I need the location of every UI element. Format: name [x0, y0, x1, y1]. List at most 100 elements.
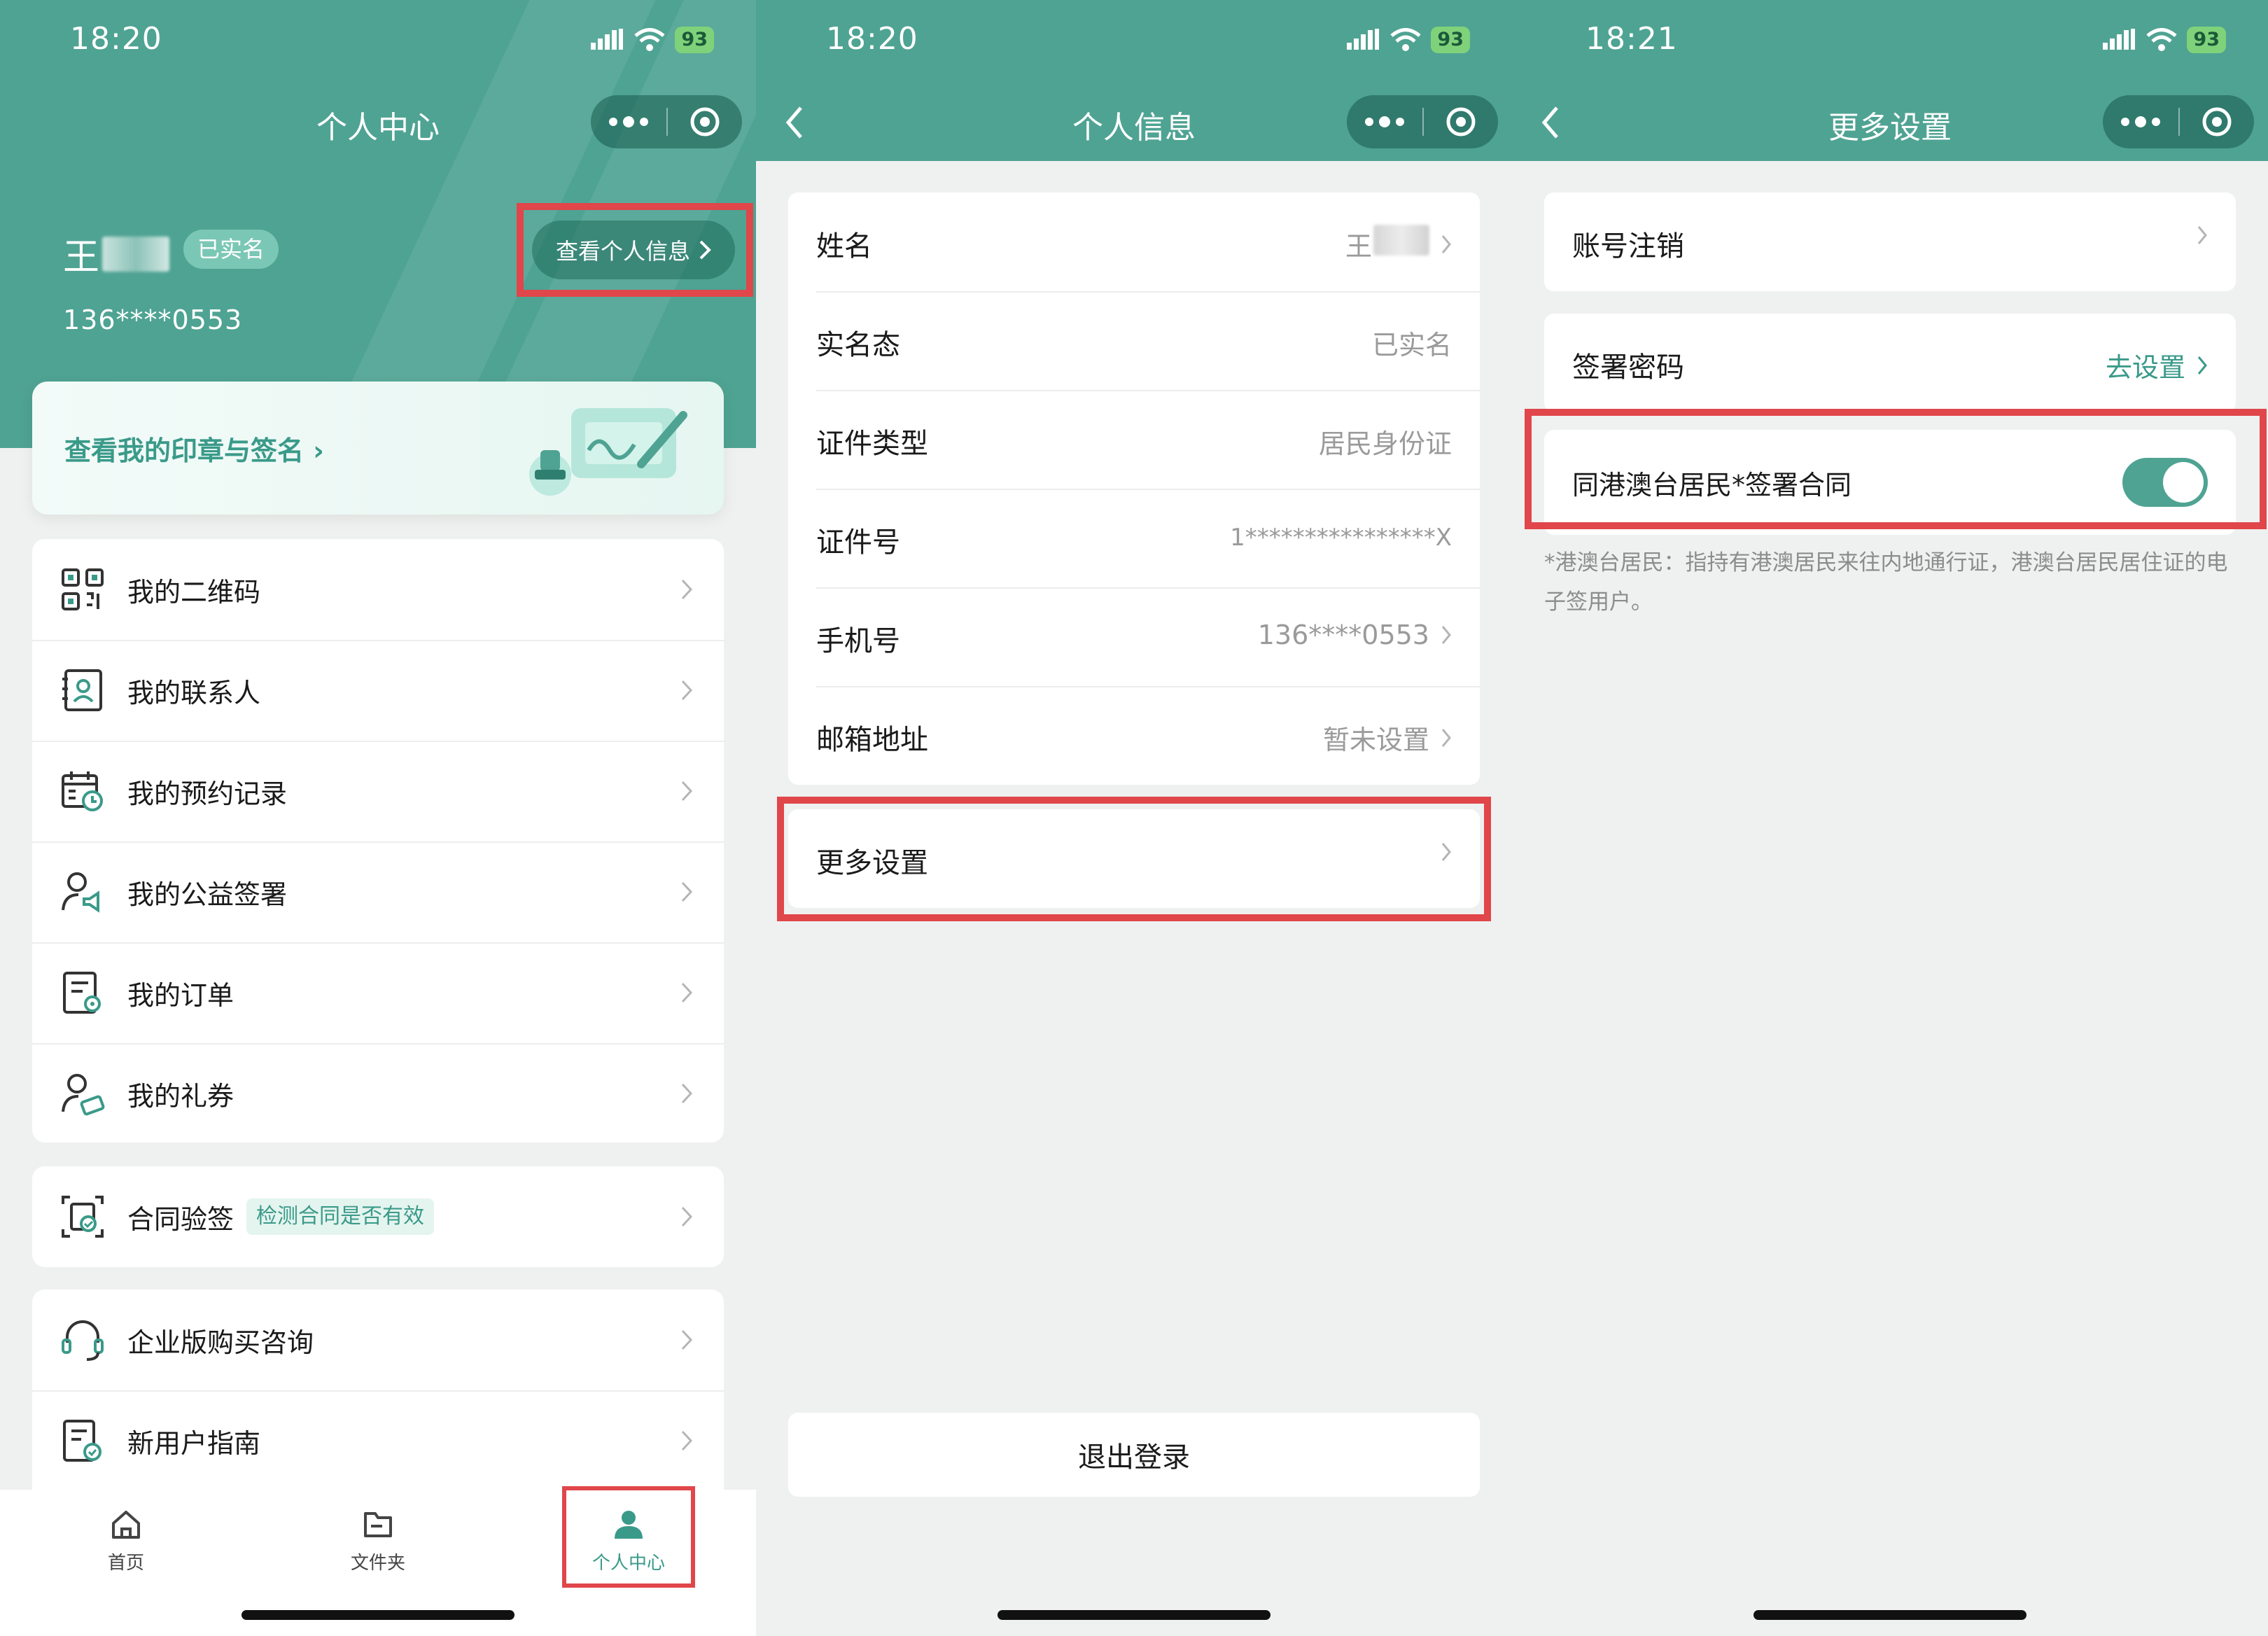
status-time: 18:21 — [1586, 21, 1678, 57]
info-label: 证件号 — [816, 526, 900, 559]
menu-item-qrcode[interactable]: 我的二维码 — [32, 539, 724, 640]
chevron-right-icon — [681, 1083, 693, 1104]
nav-bar: 更多设置 — [1512, 84, 2268, 161]
highlight-hk-toggle — [1525, 409, 2267, 529]
signal-icon — [591, 29, 624, 50]
menu-item-new-user-guide[interactable]: 新用户指南 — [32, 1390, 724, 1491]
sign-password-label: 签署密码 — [1572, 351, 1684, 384]
highlight-more-settings — [777, 797, 1491, 921]
info-value: 已实名 — [1371, 330, 1452, 361]
chevron-right-icon — [681, 1430, 693, 1451]
status-bar: 18:20 93 — [756, 0, 1512, 84]
logout-button[interactable]: 退出登录 — [788, 1413, 1480, 1497]
close-miniprogram-button[interactable] — [668, 95, 742, 148]
highlight-view-info — [517, 203, 753, 297]
chevron-right-icon — [681, 1206, 693, 1227]
more-menu-button[interactable] — [591, 95, 666, 148]
menu-card: 我的二维码 我的联系人 我的预约记录 我的公益签署 我的订单 我的礼券 — [32, 539, 724, 1142]
status-time: 18:20 — [70, 21, 162, 57]
hk-residents-note: *港澳台居民：指持有港澳居民来往内地通行证，港澳台居民居住证的电子签用户。 — [1544, 550, 2228, 615]
info-label: 姓名 — [816, 230, 872, 263]
status-bar: 18:20 93 — [0, 0, 756, 84]
info-value: 1****************X — [1230, 524, 1452, 552]
menu-item-contract-verify[interactable]: 合同验签 检测合同是否有效 — [32, 1166, 724, 1267]
menu-item-appointments[interactable]: 我的预约记录 — [32, 741, 724, 841]
battery-icon: 93 — [2187, 27, 2226, 53]
chevron-right-icon — [681, 579, 693, 600]
contact-book-icon — [62, 669, 102, 711]
sign-password-row[interactable]: 签署密码 去设置 — [1544, 314, 2236, 412]
signal-icon — [2103, 29, 2136, 50]
more-dots-icon — [609, 116, 648, 127]
tab-folder-label: 文件夹 — [350, 1553, 405, 1574]
tab-home-label: 首页 — [107, 1553, 144, 1574]
info-row-id-number: 证件号 1****************X — [788, 489, 1480, 587]
nav-bar: 个人信息 — [756, 84, 1512, 161]
menu-item-label: 合同验签 — [127, 1203, 234, 1235]
chevron-right-icon — [2197, 226, 2207, 244]
sign-password-action[interactable]: 去设置 — [2106, 346, 2208, 384]
order-document-icon — [63, 972, 101, 1014]
menu-item-label: 企业版购买咨询 — [127, 1327, 314, 1358]
user-coupon-icon — [62, 1074, 105, 1116]
battery-icon: 93 — [1431, 27, 1470, 53]
info-value: 王 — [1345, 225, 1452, 263]
info-label: 实名态 — [816, 329, 900, 361]
chevron-right-icon — [681, 1329, 693, 1350]
seal-signature-card[interactable]: 查看我的印章与签名 › — [32, 382, 724, 515]
more-dots-icon — [1365, 116, 1404, 127]
menu-item-coupons[interactable]: 我的礼券 — [32, 1043, 724, 1144]
menu-item-label: 我的订单 — [127, 979, 234, 1011]
folder-icon — [364, 1512, 392, 1537]
verify-card: 合同验签 检测合同是否有效 — [32, 1166, 724, 1267]
wifi-icon — [1390, 28, 1422, 51]
home-indicator — [997, 1610, 1270, 1620]
chevron-right-icon — [681, 881, 693, 902]
chevron-right-icon — [681, 982, 693, 1003]
info-label: 证件类型 — [816, 428, 928, 460]
info-label: 手机号 — [816, 625, 900, 657]
chevron-right-icon — [1441, 235, 1451, 253]
miniprogram-capsule — [1347, 95, 1498, 148]
more-menu-button[interactable] — [1347, 95, 1422, 148]
home-icon — [112, 1511, 140, 1539]
menu-item-contacts[interactable]: 我的联系人 — [32, 640, 724, 741]
personal-center-screen: 18:20 93 个人中心 王 已实名 136****0553 查看个人信息 查… — [0, 0, 756, 1636]
menu-item-charity-signing[interactable]: 我的公益签署 — [32, 841, 724, 942]
close-miniprogram-button[interactable] — [1424, 95, 1498, 148]
signal-icon — [1347, 29, 1380, 50]
info-row-verify-status: 实名态 已实名 — [788, 291, 1480, 390]
tab-folder[interactable]: 文件夹 — [308, 1508, 448, 1574]
personal-info-card: 姓名 王 实名态 已实名 证件类型 居民身份证 证件号 1***********… — [788, 193, 1480, 785]
menu-item-label: 我的联系人 — [127, 677, 261, 708]
more-menu-button[interactable] — [2103, 95, 2178, 148]
user-name: 王 — [63, 228, 170, 280]
target-close-icon — [1446, 107, 1476, 137]
name-mask — [102, 236, 170, 272]
info-row-phone[interactable]: 手机号 136****0553 — [788, 587, 1480, 686]
extra-card: 企业版购买咨询 新用户指南 — [32, 1289, 724, 1506]
info-row-name[interactable]: 姓名 王 — [788, 193, 1480, 291]
close-miniprogram-button[interactable] — [2180, 95, 2254, 148]
menu-item-orders[interactable]: 我的订单 — [32, 942, 724, 1043]
menu-item-label: 我的预约记录 — [127, 778, 288, 809]
chevron-right-icon — [1441, 728, 1451, 747]
info-row-id-type: 证件类型 居民身份证 — [788, 390, 1480, 489]
miniprogram-capsule — [591, 95, 742, 148]
sign-password-card: 签署密码 去设置 — [1544, 314, 2236, 412]
more-dots-icon — [2121, 116, 2160, 127]
info-value: 136****0553 — [1258, 620, 1452, 650]
info-row-email[interactable]: 邮箱地址 暂未设置 — [788, 686, 1480, 785]
tab-home[interactable]: 首页 — [56, 1508, 196, 1574]
home-indicator — [241, 1610, 514, 1620]
info-label: 邮箱地址 — [816, 724, 928, 756]
wifi-icon — [2146, 28, 2178, 51]
cancel-account-card: 账号注销 — [1544, 193, 2236, 291]
qr-code-icon — [62, 568, 104, 610]
chevron-right-icon — [1441, 626, 1451, 644]
verified-badge: 已实名 — [183, 230, 279, 269]
highlight-personal-tab — [562, 1486, 695, 1588]
cancel-account-row[interactable]: 账号注销 — [1544, 193, 2236, 291]
chevron-right-icon — [681, 680, 693, 701]
menu-item-enterprise-consult[interactable]: 企业版购买咨询 — [32, 1289, 724, 1390]
